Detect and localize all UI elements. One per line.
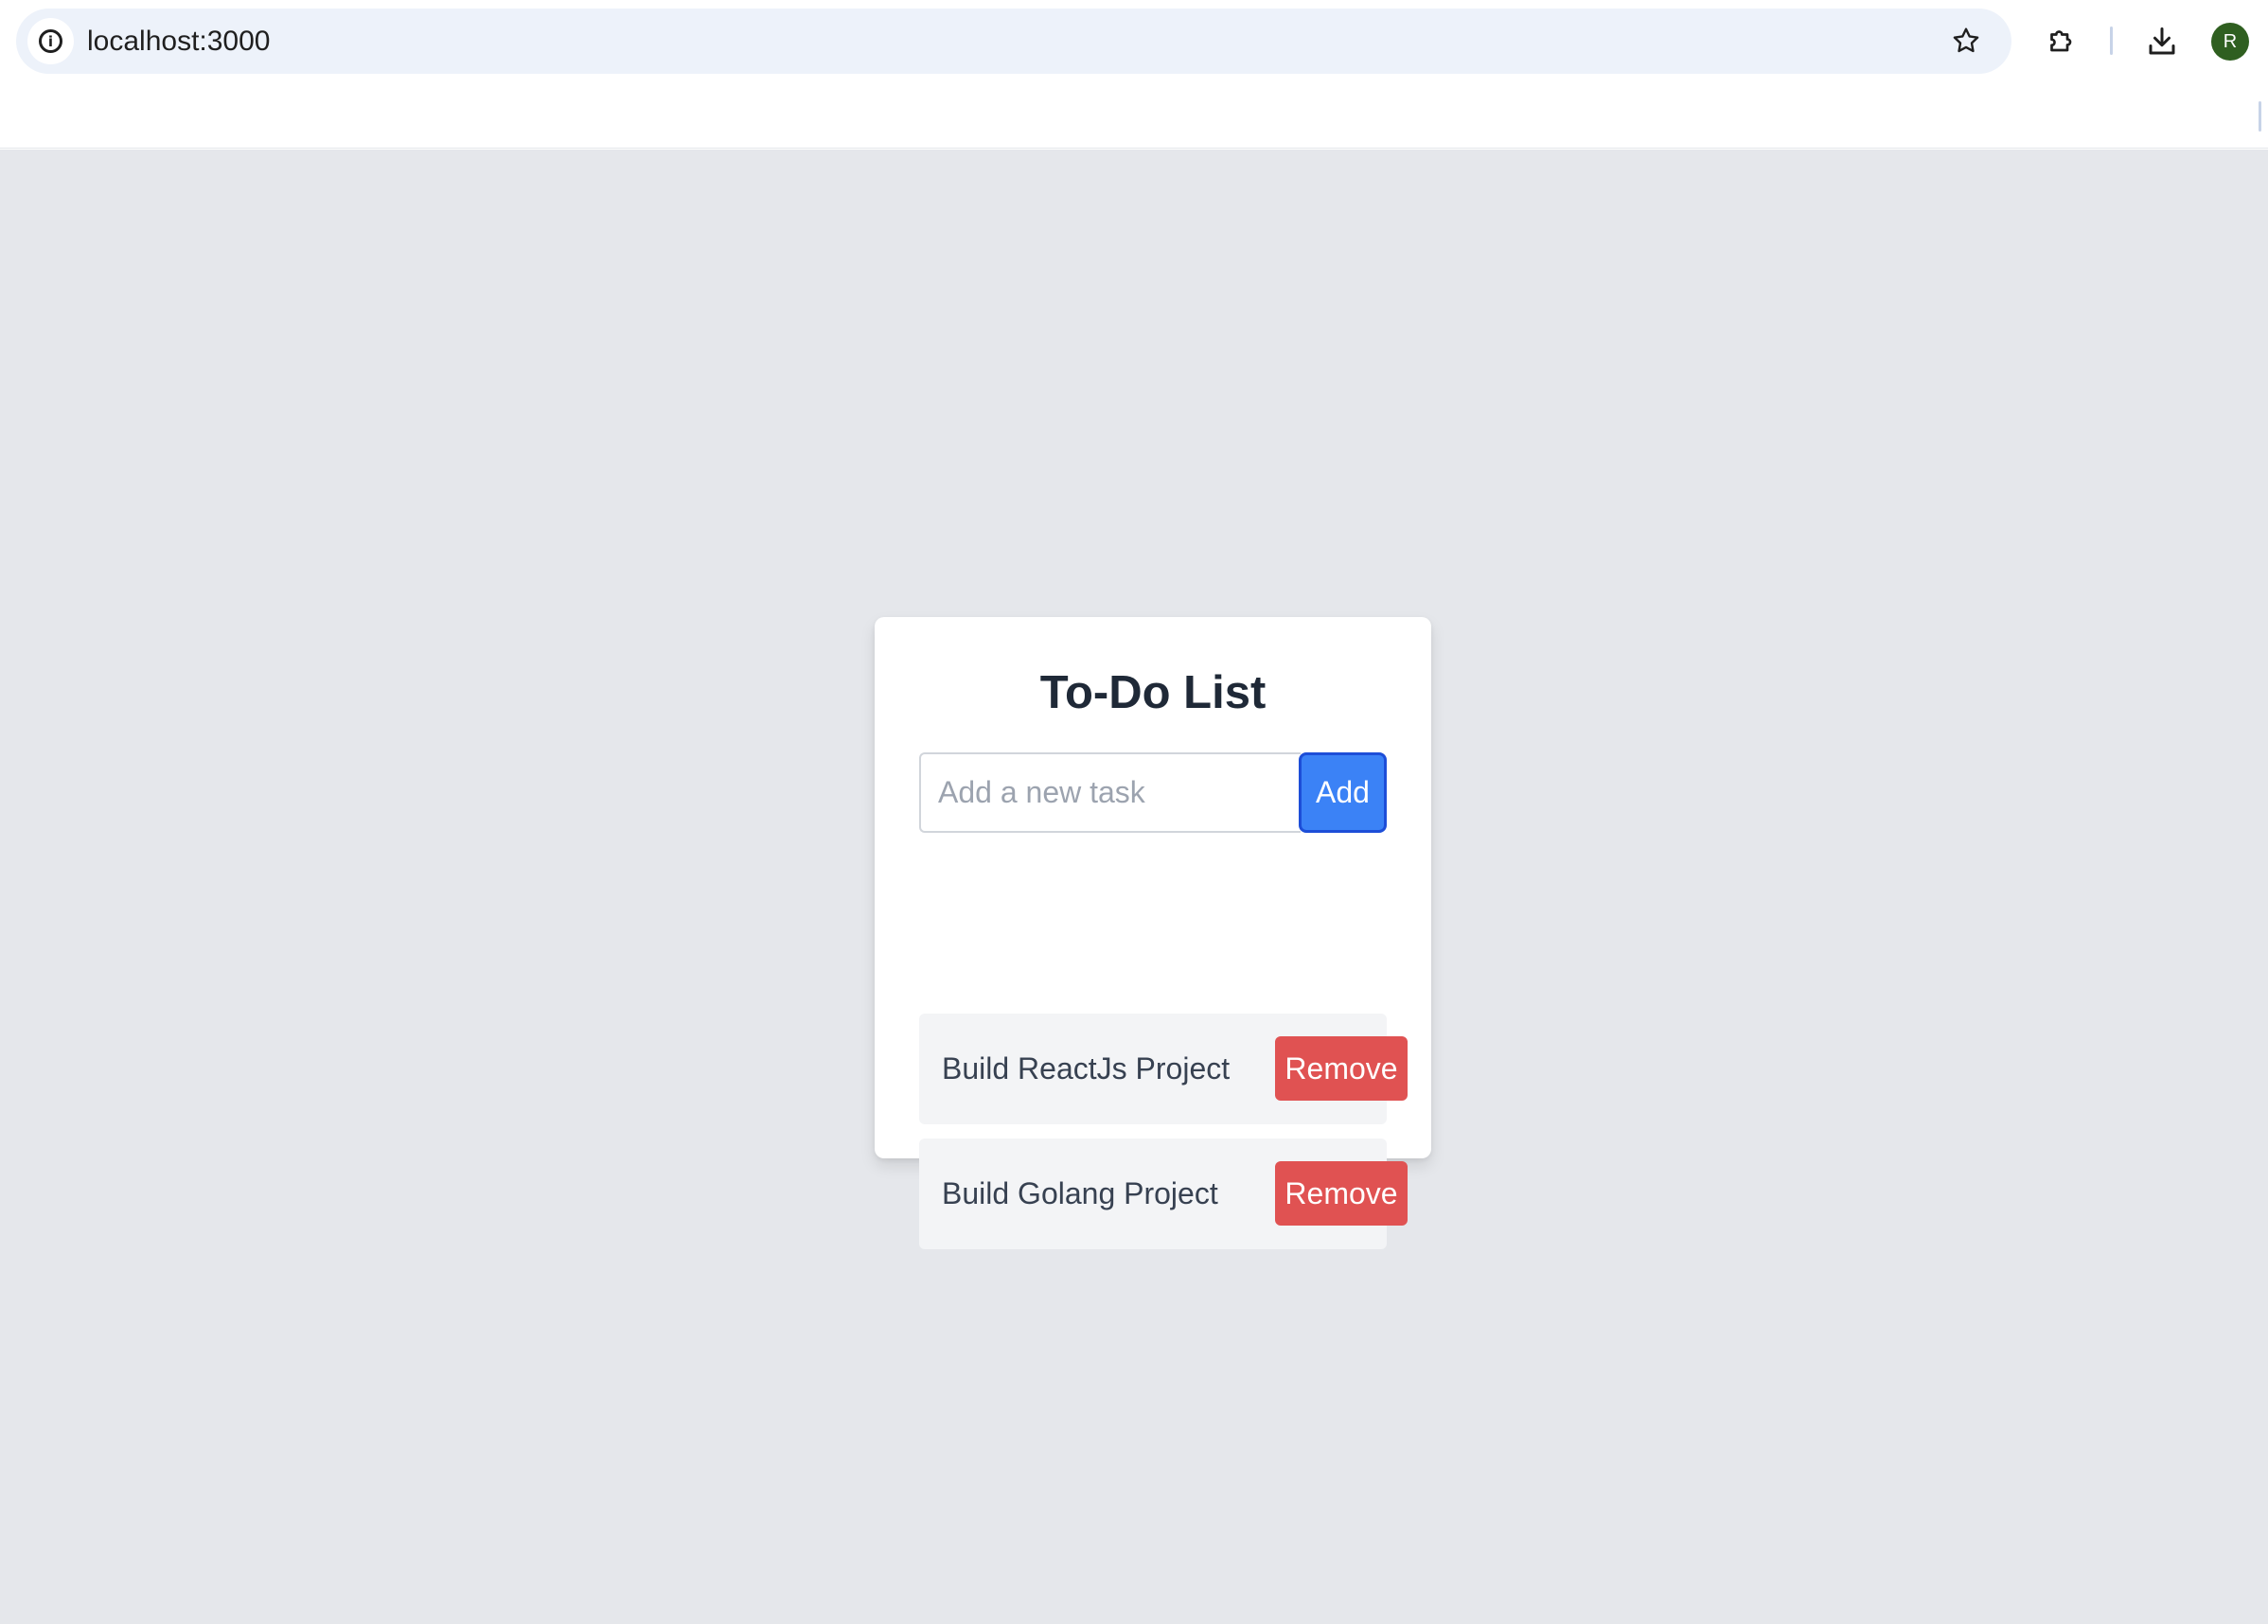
puzzle-icon[interactable] [2042,22,2082,62]
list-item: Build ReactJs Project Remove [919,1014,1408,1124]
browser-chrome: i localhost:3000 R [0,0,2268,149]
profile-avatar[interactable]: R [2211,23,2249,61]
todo-card: To-Do List Add Build ReactJs Project Rem… [875,617,1431,1249]
download-icon[interactable] [2142,22,2182,62]
url-text[interactable]: localhost:3000 [87,25,270,59]
task-text: Build Golang Project [942,1176,1218,1210]
list-item: Build Golang Project Remove [919,1139,1408,1249]
star-icon[interactable] [1947,22,1985,60]
task-text: Build ReactJs Project [942,1051,1231,1086]
address-bar[interactable]: i localhost:3000 [16,9,2011,74]
scroll-indicator [2259,101,2261,132]
page-title: To-Do List [1039,667,1267,718]
remove-task-button[interactable]: Remove [1275,1161,1408,1226]
new-task-input[interactable] [919,752,1301,833]
remove-task-button[interactable]: Remove [1275,1036,1408,1101]
toolbar-divider [2110,26,2113,55]
info-icon: i [39,29,62,53]
site-info-button[interactable]: i [27,18,74,64]
add-task-button[interactable]: Add [1299,752,1387,833]
page-content: To-Do List Add Build ReactJs Project Rem… [0,150,2268,1624]
